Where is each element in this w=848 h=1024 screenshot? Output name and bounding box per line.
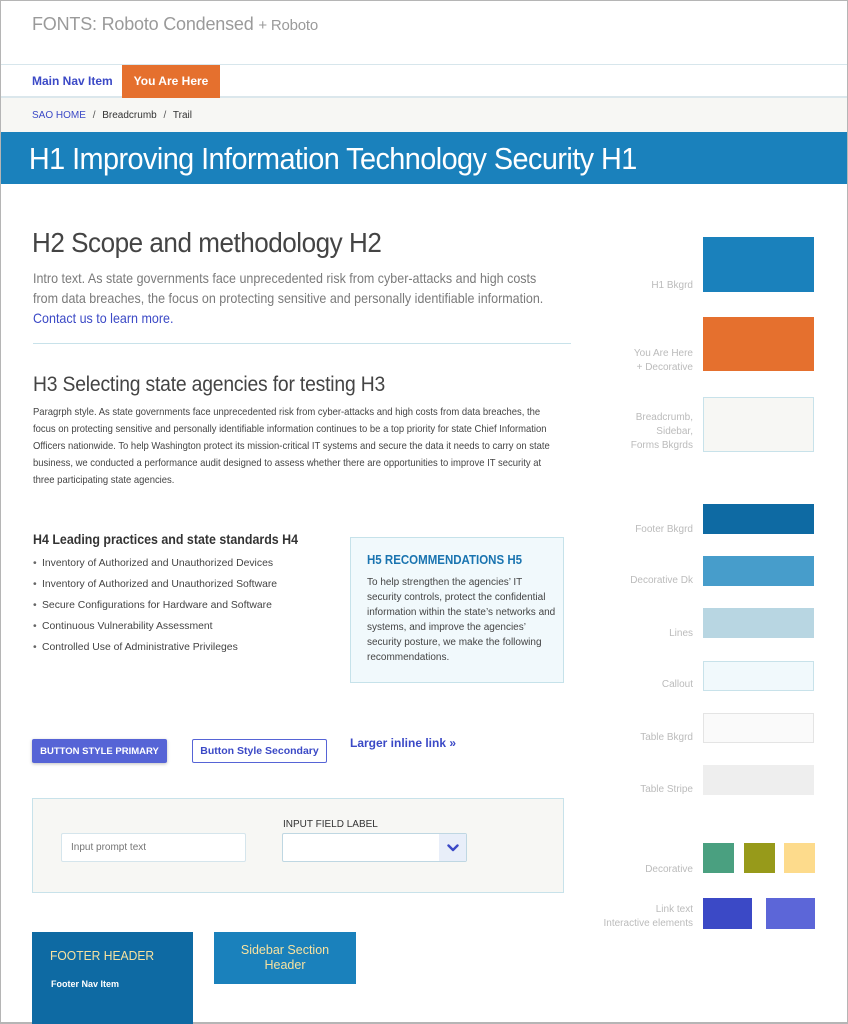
color-swatch bbox=[703, 661, 814, 691]
palette-label: Table Bkgrd bbox=[640, 732, 693, 743]
breadcrumb: SAO HOME / Breadcrumb / Trail bbox=[1, 98, 847, 132]
palette-label: You Are Here + Decorative bbox=[633, 348, 693, 373]
palette-label: Lines bbox=[669, 628, 693, 639]
list-item: • Inventory of Authorized and Unauthorize… bbox=[33, 556, 277, 577]
list-item: • Inventory of Authorized and Unauthorize… bbox=[33, 577, 277, 598]
color-swatch bbox=[744, 843, 775, 873]
section-divider bbox=[33, 343, 571, 344]
bullet-icon: • bbox=[33, 642, 37, 653]
palette-label: Decorative Dk bbox=[630, 575, 693, 586]
palette-label: Table Stripe bbox=[640, 784, 693, 795]
fonts-label: FONTS: Roboto Condensed bbox=[32, 14, 254, 34]
palette-label: Link text Interactive elements bbox=[603, 904, 694, 929]
heading-h4: H4 Leading practices and state standards… bbox=[33, 532, 299, 547]
heading-h3: H3 Selecting state agencies for testing … bbox=[33, 373, 386, 396]
contact-link[interactable]: Contact us to learn more. bbox=[33, 309, 548, 329]
prompt-input[interactable] bbox=[61, 833, 246, 862]
select-label: INPUT FIELD LABEL bbox=[283, 819, 378, 830]
color-swatch bbox=[784, 843, 815, 873]
palette-label: H1 Bkgrd bbox=[651, 280, 693, 291]
page-title: H1 Improving Information Technology Secu… bbox=[28, 141, 637, 176]
list-item: • Continuous Vulnerability Assessment bbox=[33, 619, 277, 640]
breadcrumb-separator: / bbox=[163, 110, 167, 121]
list-item: • Controlled Use of Administrative Privil… bbox=[33, 640, 277, 661]
color-swatch bbox=[766, 898, 815, 929]
intro-body: Intro text. As state governments face un… bbox=[33, 271, 544, 306]
sidebar-header-line: Header bbox=[264, 958, 306, 972]
color-swatch bbox=[703, 843, 734, 873]
palette-label: Footer Bkgrd bbox=[635, 524, 693, 535]
paragraph: Paragrph style. As state governments fac… bbox=[33, 407, 550, 486]
list-item-text: Inventory of Authorized and Unauthorized… bbox=[42, 579, 278, 590]
fonts-title: FONTS: Roboto Condensed + Roboto bbox=[32, 14, 318, 35]
fonts-plus: + Roboto bbox=[258, 17, 319, 34]
footer-nav-item[interactable]: Footer Nav Item bbox=[51, 979, 119, 989]
sidebar-header-line: Sidebar Section bbox=[240, 943, 330, 957]
list-item-text: Continuous Vulnerability Assessment bbox=[42, 621, 213, 632]
nav-item-main[interactable]: Main Nav Item bbox=[32, 74, 113, 88]
breadcrumb-home[interactable]: SAO HOME bbox=[32, 110, 86, 121]
breadcrumb-separator: / bbox=[92, 110, 96, 121]
footer-header: FOOTER HEADER bbox=[50, 948, 155, 963]
breadcrumb-current: Trail bbox=[172, 110, 192, 121]
color-swatch bbox=[703, 898, 752, 929]
color-swatch bbox=[703, 397, 814, 452]
bullet-icon: • bbox=[33, 621, 37, 632]
list-item-text: Inventory of Authorized and Unauthorized… bbox=[42, 558, 274, 569]
bullet-list: • Inventory of Authorized and Unauthorize… bbox=[33, 556, 277, 661]
heading-h2: H2 Scope and methodology H2 bbox=[32, 227, 382, 258]
list-item-text: Secure Configurations for Hardware and S… bbox=[42, 600, 272, 611]
callout-body: To help strengthen the agencies’ IT secu… bbox=[367, 577, 556, 663]
h1-banner: H1 Improving Information Technology Secu… bbox=[1, 132, 847, 184]
intro-text: Intro text. As state governments face un… bbox=[33, 269, 548, 329]
dropdown-toggle[interactable] bbox=[439, 834, 466, 861]
list-item-text: Controlled Use of Administrative Privile… bbox=[42, 642, 238, 653]
bullet-icon: • bbox=[33, 558, 37, 569]
color-swatch bbox=[703, 765, 814, 795]
color-swatch bbox=[703, 317, 814, 371]
palette-label: Decorative bbox=[645, 864, 693, 875]
list-item: • Secure Configurations for Hardware and … bbox=[33, 598, 277, 619]
dropdown-select[interactable] bbox=[282, 833, 467, 862]
recommendations-callout: H5 RECOMMENDATIONS H5 To help strengthen… bbox=[350, 537, 564, 683]
color-swatch bbox=[703, 237, 814, 292]
bullet-icon: • bbox=[33, 600, 37, 611]
secondary-button[interactable]: Button Style Secondary bbox=[192, 739, 327, 763]
footer-sample: FOOTER HEADER Footer Nav Item bbox=[32, 932, 193, 1024]
nav-item-current[interactable]: You Are Here bbox=[122, 65, 220, 105]
chevron-down-icon bbox=[446, 843, 459, 851]
breadcrumb-item[interactable]: Breadcrumb bbox=[102, 110, 156, 121]
bullet-icon: • bbox=[33, 579, 37, 590]
larger-inline-link[interactable]: Larger inline link » bbox=[350, 736, 456, 750]
color-swatch bbox=[703, 713, 814, 743]
callout-title: H5 RECOMMENDATIONS H5 bbox=[367, 553, 523, 567]
palette-label: Callout bbox=[661, 679, 693, 690]
primary-button[interactable]: BUTTON STYLE PRIMARY bbox=[32, 739, 167, 763]
color-swatch bbox=[703, 504, 814, 534]
palette-label: Breadcrumb, Sidebar, Forms Bkgrds bbox=[630, 412, 693, 451]
sidebar-section-header: Sidebar Section Header bbox=[214, 932, 356, 984]
main-nav: Main Nav Item You Are Here bbox=[1, 64, 847, 105]
color-swatch bbox=[703, 556, 814, 586]
color-swatch bbox=[703, 608, 814, 638]
